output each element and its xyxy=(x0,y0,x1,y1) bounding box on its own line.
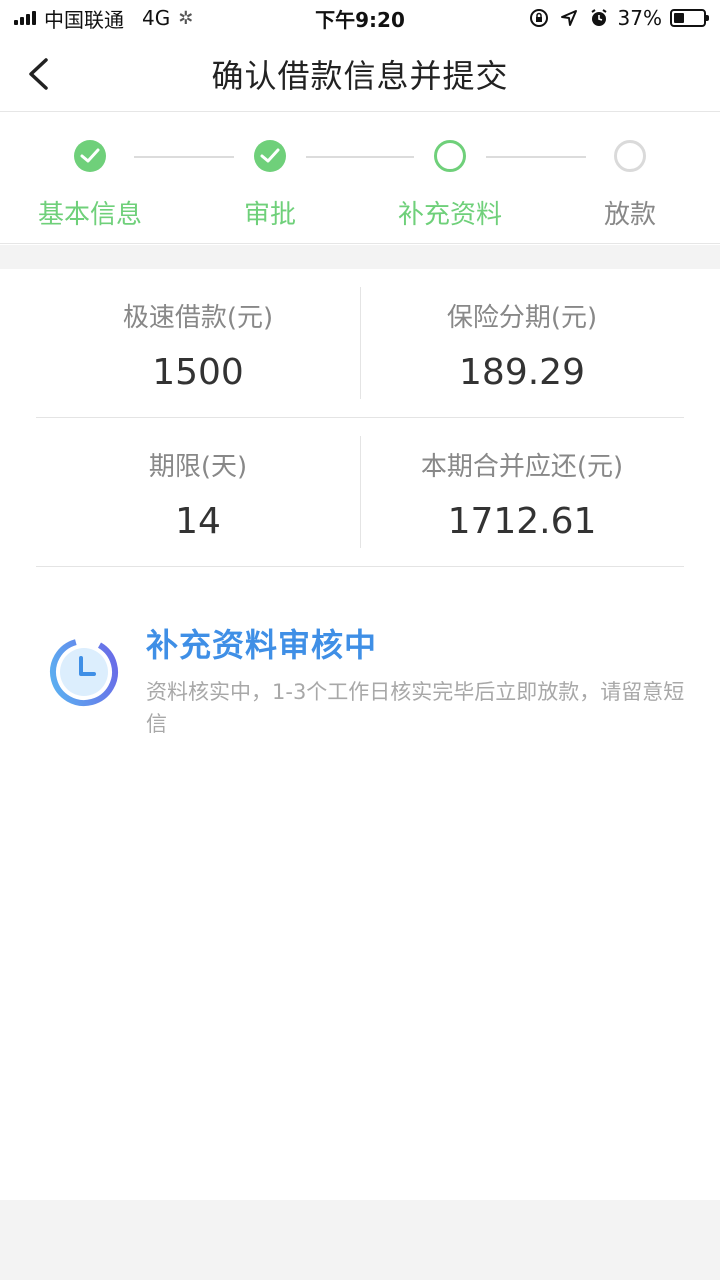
loan-amount-cell: 极速借款(元) 1500 xyxy=(36,269,360,417)
status-bar: 中国联通 4G ✲ 下午9:20 37% xyxy=(0,0,720,36)
rotation-lock-icon xyxy=(528,7,550,29)
loading-spinner-icon: ✲ xyxy=(178,7,194,29)
current-step-circle-icon xyxy=(434,140,466,172)
step-connector xyxy=(306,156,414,158)
loan-amount-value: 1500 xyxy=(152,352,244,393)
bottom-area xyxy=(0,1200,720,1280)
review-status-title: 补充资料审核中 xyxy=(146,626,378,664)
term-label: 期限(天) xyxy=(148,452,248,482)
clock-icon xyxy=(48,636,120,708)
step-label: 放款 xyxy=(603,200,656,230)
info-row: 期限(天) 14 本期合并应还(元) 1712.61 xyxy=(36,418,684,567)
term-cell: 期限(天) 14 xyxy=(36,418,360,566)
step-label: 补充资料 xyxy=(397,200,502,230)
battery-level-fill xyxy=(674,13,685,23)
section-divider xyxy=(0,245,720,269)
network-type: 4G xyxy=(142,6,171,30)
step-connector xyxy=(134,156,234,158)
alarm-icon xyxy=(588,7,610,29)
check-circle-icon xyxy=(74,140,106,172)
insurance-label: 保险分期(元) xyxy=(446,303,598,333)
status-bar-right: 37% xyxy=(528,6,709,30)
info-row: 极速借款(元) 1500 保险分期(元) 189.29 xyxy=(36,269,684,418)
back-button[interactable] xyxy=(18,54,58,94)
pending-step-circle-icon xyxy=(614,140,646,172)
check-circle-icon xyxy=(254,140,286,172)
carrier-name: 中国联通 xyxy=(44,7,124,32)
term-value: 14 xyxy=(175,501,221,542)
signal-icon xyxy=(14,11,36,25)
review-status: 补充资料审核中 资料核实中，1-3个工作日核实完毕后立即放款，请留意短信 xyxy=(48,620,688,740)
step-connector xyxy=(486,156,586,158)
insurance-value: 189.29 xyxy=(459,352,585,393)
total-repayment-value: 1712.61 xyxy=(447,501,597,542)
step-label: 审批 xyxy=(243,200,296,230)
step-label: 基本信息 xyxy=(37,200,142,230)
page-title: 确认借款信息并提交 xyxy=(211,56,509,95)
loan-amount-label: 极速借款(元) xyxy=(122,303,274,333)
progress-stepper: 基本信息 审批 补充资料 放款 xyxy=(0,112,720,244)
navigation-bar: 确认借款信息并提交 xyxy=(0,36,720,112)
battery-percent: 37% xyxy=(617,6,662,30)
review-status-text: 补充资料审核中 资料核实中，1-3个工作日核实完毕后立即放款，请留意短信 xyxy=(146,620,688,740)
chevron-left-icon xyxy=(29,58,48,90)
total-repayment-label: 本期合并应还(元) xyxy=(420,452,624,482)
loan-info-grid: 极速借款(元) 1500 保险分期(元) 189.29 期限(天) 14 本期合… xyxy=(36,269,684,567)
location-arrow-icon xyxy=(558,7,580,29)
review-status-description: 资料核实中，1-3个工作日核实完毕后立即放款，请留意短信 xyxy=(146,680,685,736)
status-bar-left: 中国联通 4G ✲ xyxy=(14,4,193,33)
total-repayment-cell: 本期合并应还(元) 1712.61 xyxy=(360,418,684,566)
battery-icon xyxy=(670,9,709,27)
insurance-cell: 保险分期(元) 189.29 xyxy=(360,269,684,417)
